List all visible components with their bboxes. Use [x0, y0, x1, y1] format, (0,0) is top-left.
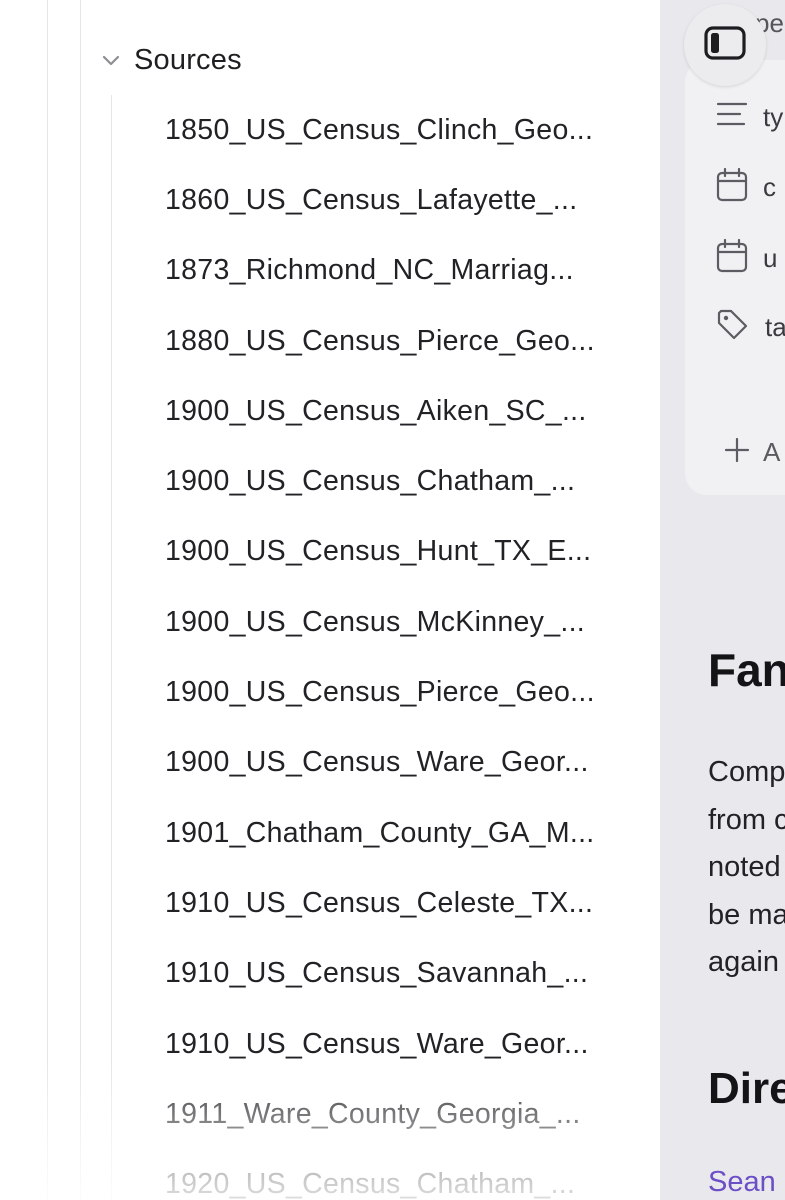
indent-guide — [80, 0, 81, 1200]
file-item[interactable]: 1900_US_Census_Pierce_Geo... — [165, 657, 635, 727]
note-body: Comp from c noted be ma again — [708, 752, 785, 990]
file-item[interactable]: 1860_US_Census_Lafayette_... — [165, 165, 635, 235]
property-created[interactable]: c — [715, 167, 776, 207]
folder-sources[interactable]: Sources — [96, 36, 242, 84]
file-explorer: Sources 1850_US_Census_Clinch_Geo... 1860… — [0, 0, 660, 1200]
calendar-icon — [715, 238, 749, 279]
file-item[interactable]: 1880_US_Census_Pierce_Geo... — [165, 306, 635, 376]
calendar-icon — [715, 167, 749, 208]
app-window: Sources 1850_US_Census_Clinch_Geo... 1860… — [0, 0, 785, 1200]
sidebar-toggle-icon — [703, 25, 747, 66]
paragraph-line: again — [708, 946, 779, 978]
file-item[interactable]: 1910_US_Census_Celeste_TX... — [165, 868, 635, 938]
paragraph-line: be ma — [708, 898, 785, 931]
property-label: ty — [763, 101, 784, 132]
file-item[interactable]: 1900_US_Census_Aiken_SC_... — [165, 376, 635, 446]
property-label: c — [763, 171, 776, 202]
property-tags[interactable]: ta — [715, 307, 785, 347]
file-item[interactable]: 1900_US_Census_McKinney_... — [165, 587, 635, 657]
file-item[interactable]: 1900_US_Census_Ware_Geor... — [165, 728, 635, 798]
paragraph-line: from c — [708, 803, 785, 836]
note-pane: pe ty c u ta A Fan Comp from c noted be … — [660, 0, 785, 1200]
file-item[interactable]: 1873_Richmond_NC_Marriag... — [165, 236, 635, 306]
indent-guide — [111, 95, 112, 1200]
folder-label: Sources — [134, 43, 242, 76]
property-label: ta — [765, 311, 785, 342]
internal-link[interactable]: Sean — [708, 1166, 776, 1199]
file-list: 1850_US_Census_Clinch_Geo... 1860_US_Cens… — [165, 95, 635, 1200]
chevron-down-icon[interactable] — [96, 45, 126, 75]
note-subheading: Dire — [708, 1064, 785, 1113]
file-item[interactable]: 1901_Chatham_County_GA_M... — [165, 798, 635, 868]
tag-icon — [715, 307, 751, 348]
plus-icon — [723, 436, 751, 469]
property-label: u — [763, 242, 778, 273]
text-lines-icon — [715, 98, 749, 137]
file-item[interactable]: 1910_US_Census_Ware_Geor... — [165, 1009, 635, 1079]
note-heading: Fan — [708, 644, 785, 696]
sidebar-toggle-button[interactable] — [684, 4, 766, 86]
paragraph-line: noted — [708, 851, 781, 883]
add-property-button[interactable]: A — [723, 432, 780, 472]
property-type[interactable]: ty — [715, 97, 783, 137]
file-item[interactable]: 1850_US_Census_Clinch_Geo... — [165, 95, 635, 165]
file-item[interactable]: 1900_US_Census_Chatham_... — [165, 446, 635, 516]
indent-guide — [47, 0, 48, 1200]
file-item[interactable]: 1920_US_Census_Chatham_... — [165, 1149, 635, 1200]
file-item[interactable]: 1900_US_Census_Hunt_TX_E... — [165, 517, 635, 587]
property-updated[interactable]: u — [715, 238, 777, 278]
file-item[interactable]: 1911_Ware_County_Georgia_... — [165, 1079, 635, 1149]
add-property-label: A — [763, 436, 781, 467]
paragraph-line: Comp — [708, 756, 785, 788]
file-item[interactable]: 1910_US_Census_Savannah_... — [165, 939, 635, 1009]
